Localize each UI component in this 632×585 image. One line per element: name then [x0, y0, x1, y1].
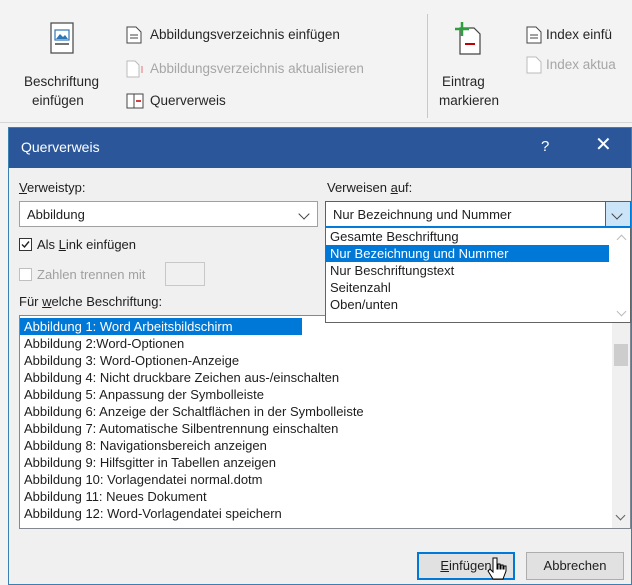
ref-to-label: Verweisen auf:	[327, 180, 413, 195]
separate-numbers-label: Zahlen trennen mit	[37, 267, 146, 282]
update-index-button[interactable]: Index aktua	[522, 56, 632, 76]
separate-numbers-input[interactable]	[165, 262, 205, 286]
cross-reference-icon	[126, 93, 144, 109]
dropdown-option[interactable]: Nur Bezeichnung und Nummer	[326, 245, 609, 262]
ref-to-dropdown-button[interactable]	[605, 201, 631, 227]
mark-entry-icon	[455, 22, 481, 55]
caption-icon	[50, 22, 74, 54]
for-caption-label: Für welche Beschriftung:	[19, 294, 163, 309]
chevron-down-icon	[298, 208, 310, 220]
close-icon[interactable]: ✕	[595, 134, 612, 156]
separate-numbers-checkbox[interactable]	[19, 268, 32, 281]
ribbon: Beschriftung einfügen Abbildungsverzeich…	[0, 0, 632, 123]
insert-link-label: Als Link einfügen	[37, 237, 137, 252]
insert-index-button[interactable]: Index einfü	[522, 26, 632, 46]
scrollbar-thumb[interactable]	[614, 344, 628, 366]
dropdown-scrollbar[interactable]	[612, 228, 630, 322]
help-button[interactable]: ?	[541, 138, 549, 155]
chevron-down-icon[interactable]	[615, 510, 626, 521]
list-item[interactable]: Abbildung 12: Word-Vorlagendatei speiche…	[20, 505, 630, 522]
list-item[interactable]: Abbildung 1: Word Arbeitsbildschirm	[20, 318, 302, 335]
cross-reference-dialog: Querverweis ? ✕ Verweistyp: Abbildung Ve…	[8, 127, 632, 585]
ref-type-dropdown-button[interactable]	[292, 202, 317, 226]
mouse-cursor-icon	[487, 557, 507, 580]
list-item[interactable]: Abbildung 8: Navigationsbereich anzeigen	[20, 437, 630, 454]
dropdown-option[interactable]: Seitenzahl	[326, 279, 609, 296]
insert-tof-button[interactable]: Abbildungsverzeichnis einfügen	[124, 26, 394, 46]
ribbon-separator	[427, 14, 428, 118]
mark-entry-label-2: markieren	[439, 93, 500, 108]
list-item[interactable]: Abbildung 5: Anpassung der Symbolleiste	[20, 386, 630, 403]
ref-to-dropdown-list: Gesamte Beschriftung Nur Bezeichnung und…	[325, 227, 631, 323]
checkmark-icon	[21, 241, 30, 249]
list-item[interactable]: Abbildung 2:Word-Optionen	[20, 335, 630, 352]
insert-link-checkbox[interactable]	[19, 238, 32, 251]
list-item[interactable]: Abbildung 10: Vorlagendatei normal.dotm	[20, 471, 630, 488]
mark-entry-label-1: Eintrag	[442, 74, 485, 89]
document-icon	[126, 26, 142, 44]
ref-type-value: Abbildung	[27, 207, 85, 222]
list-item[interactable]: Abbildung 9: Hilfsgitter in Tabellen anz…	[20, 454, 630, 471]
ref-to-value: Nur Bezeichnung und Nummer	[333, 207, 512, 222]
index-document-icon	[526, 26, 542, 44]
update-tof-label: Abbildungsverzeichnis aktualisieren	[150, 61, 364, 76]
ref-type-label: Verweistyp:	[19, 180, 86, 195]
caption-items: Abbildung 1: Word Arbeitsbildschirm Abbi…	[20, 316, 630, 522]
caption-list-scrollbar[interactable]	[612, 316, 630, 528]
list-item[interactable]: Abbildung 11: Neues Dokument	[20, 488, 630, 505]
list-item[interactable]: Abbildung 3: Word-Optionen-Anzeige	[20, 352, 630, 369]
insert-caption-button[interactable]: Beschriftung einfügen	[18, 22, 116, 116]
ref-to-select[interactable]: Nur Bezeichnung und Nummer	[325, 201, 631, 227]
dropdown-option[interactable]: Gesamte Beschriftung	[326, 228, 609, 245]
insert-tof-label: Abbildungsverzeichnis einfügen	[150, 27, 340, 42]
chevron-down-icon	[611, 208, 623, 220]
insert-caption-label-1: Beschriftung	[24, 74, 100, 89]
chevron-down-icon[interactable]	[616, 306, 627, 317]
cross-reference-label: Querverweis	[150, 93, 226, 108]
dropdown-option[interactable]: Nur Beschriftungstext	[326, 262, 609, 279]
cancel-button[interactable]: Abbrechen	[526, 552, 624, 580]
dialog-titlebar: Querverweis ? ✕	[9, 128, 631, 168]
ref-type-select[interactable]: Abbildung	[19, 201, 318, 227]
mark-entry-button[interactable]: Eintrag markieren	[436, 22, 516, 116]
list-item[interactable]: Abbildung 6: Anzeige der Schaltflächen i…	[20, 403, 630, 420]
document-update-icon	[126, 60, 143, 78]
list-item[interactable]: Abbildung 7: Automatische Silbentrennung…	[20, 420, 630, 437]
insert-caption-label-2: einfügen	[32, 93, 84, 108]
insert-index-label: Index einfü	[546, 27, 613, 42]
dialog-title: Querverweis	[21, 139, 100, 155]
caption-list[interactable]: Abbildung 1: Word Arbeitsbildschirm Abbi…	[19, 315, 631, 529]
list-item[interactable]: Abbildung 4: Nicht druckbare Zeichen aus…	[20, 369, 630, 386]
index-update-icon	[526, 56, 542, 74]
dropdown-option[interactable]: Oben/unten	[326, 296, 609, 313]
cross-reference-button[interactable]: Querverweis	[124, 92, 244, 112]
update-tof-button[interactable]: Abbildungsverzeichnis aktualisieren	[124, 60, 424, 80]
update-index-label: Index aktua	[546, 57, 616, 72]
chevron-up-icon[interactable]	[616, 234, 627, 245]
